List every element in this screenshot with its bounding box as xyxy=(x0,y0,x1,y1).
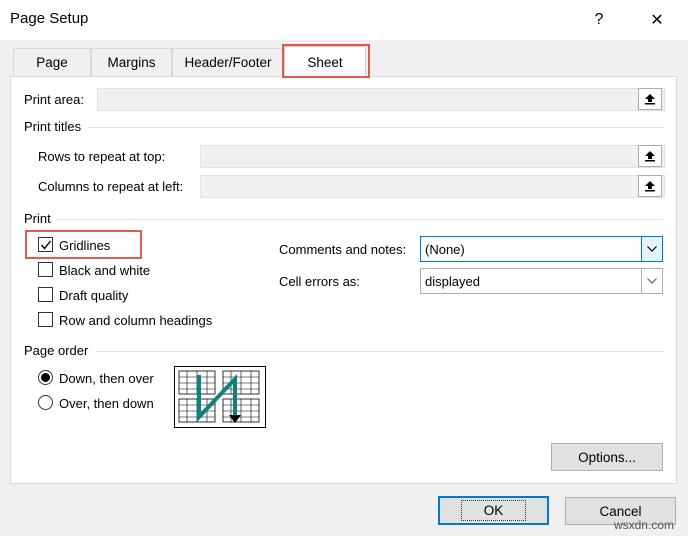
print-area-label: Print area: xyxy=(24,92,84,107)
black-white-checkbox[interactable] xyxy=(38,262,53,277)
tab-highlight xyxy=(282,44,370,78)
rows-repeat-input[interactable] xyxy=(200,145,665,168)
row-col-headings-checkbox[interactable] xyxy=(38,312,53,327)
chevron-down-icon xyxy=(641,269,662,293)
tab-margins[interactable]: Margins xyxy=(91,48,172,76)
page-order-diagram-icon xyxy=(178,370,260,423)
row-col-headings-label: Row and column headings xyxy=(59,313,213,328)
divider xyxy=(56,219,663,220)
comments-notes-value: (None) xyxy=(425,241,465,257)
tab-page[interactable]: Page xyxy=(13,48,91,76)
cell-errors-label: Cell errors as: xyxy=(279,274,360,289)
cell-errors-value: displayed xyxy=(425,273,480,289)
upload-arrow-icon xyxy=(645,151,655,162)
print-titles-heading: Print titles xyxy=(24,119,82,134)
gridlines-label: Gridlines xyxy=(59,238,111,253)
black-white-label: Black and white xyxy=(59,263,151,278)
cell-errors-select[interactable]: displayed xyxy=(420,268,663,294)
cols-repeat-collapse-button[interactable] xyxy=(638,175,662,197)
print-heading: Print xyxy=(24,211,51,226)
rows-repeat-collapse-button[interactable] xyxy=(638,145,662,167)
over-then-down-radio[interactable] xyxy=(38,395,53,410)
page-order-heading: Page order xyxy=(24,343,89,358)
comments-notes-label: Comments and notes: xyxy=(279,242,407,257)
rows-repeat-label: Rows to repeat at top: xyxy=(38,149,166,164)
draft-quality-label: Draft quality xyxy=(59,288,129,303)
down-then-over-label: Down, then over xyxy=(59,371,154,386)
help-button[interactable]: ? xyxy=(582,6,616,34)
page-order-preview xyxy=(174,366,266,428)
upload-arrow-icon xyxy=(645,181,655,192)
ok-button[interactable]: OK xyxy=(438,496,549,525)
ok-button-label: OK xyxy=(460,500,527,521)
print-area-input[interactable] xyxy=(97,88,665,111)
watermark: wsxdn.com xyxy=(613,518,674,532)
comments-notes-select[interactable]: (None) xyxy=(420,236,663,262)
options-button[interactable]: Options... xyxy=(551,443,663,471)
gridlines-checkbox[interactable] xyxy=(38,237,53,252)
checkmark-icon xyxy=(40,240,51,250)
down-then-over-radio[interactable] xyxy=(38,370,53,385)
cols-repeat-label: Columns to repeat at left: xyxy=(38,179,184,194)
over-then-down-label: Over, then down xyxy=(59,396,154,411)
print-area-collapse-button[interactable] xyxy=(638,88,662,110)
upload-arrow-icon xyxy=(645,94,655,105)
draft-quality-checkbox[interactable] xyxy=(38,287,53,302)
close-button[interactable]: ✕ xyxy=(640,6,674,34)
chevron-down-icon xyxy=(641,237,662,261)
tab-header-footer[interactable]: Header/Footer xyxy=(172,48,284,76)
radio-selected-dot xyxy=(41,373,50,382)
dialog-title: Page Setup xyxy=(10,10,89,27)
divider xyxy=(96,351,663,352)
divider xyxy=(88,127,663,128)
cols-repeat-input[interactable] xyxy=(200,175,665,198)
